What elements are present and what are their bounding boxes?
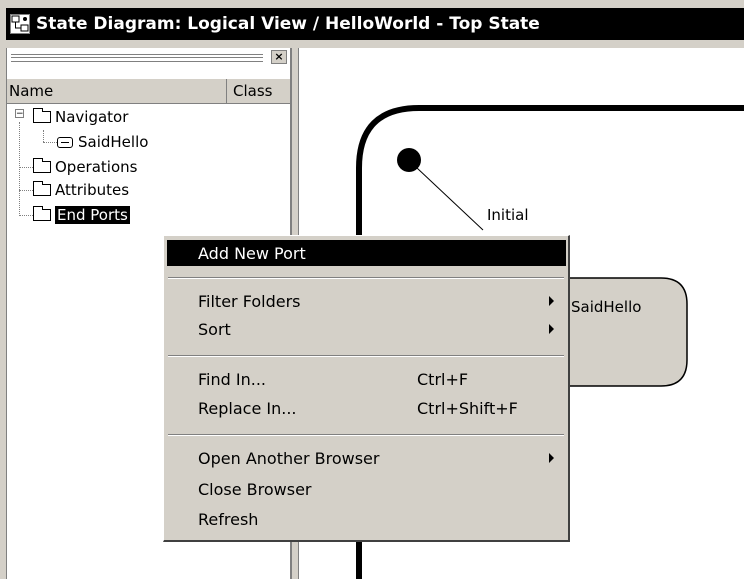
tree-item-end-ports[interactable]: End Ports [33,204,130,226]
close-icon[interactable]: × [271,50,287,64]
tree-item-navigator[interactable]: Navigator [33,106,128,128]
menu-item-label: Find In... [198,369,266,389]
menu-item-refresh[interactable]: Refresh [167,506,566,532]
initial-label[interactable]: Initial [487,206,529,224]
column-header-name[interactable]: Name [9,82,53,100]
saidhello-state [558,277,688,387]
folder-icon [33,158,51,173]
menu-item-add-new-port[interactable]: Add New Port [167,240,566,266]
pane-drag-grip[interactable] [11,54,263,62]
tree-connector [19,190,33,191]
tree-item-label: Attributes [55,181,130,199]
state-label[interactable]: SaidHello [571,298,641,316]
menu-item-label: Add New Port [198,243,306,263]
tree-connector [19,167,33,168]
menu-item-label: Filter Folders [198,291,301,311]
tree-item-label: Navigator [55,108,129,126]
menu-item-label: Sort [198,319,231,339]
tree-connector [19,215,33,216]
submenu-arrow-icon [549,324,554,334]
tree-item-saidhello[interactable]: SaidHello [57,131,148,153]
menu-item-close-browser[interactable]: Close Browser [167,476,566,502]
menu-item-shortcut: Ctrl+Shift+F [417,398,518,418]
folder-icon [33,181,51,196]
menu-item-label: Open Another Browser [198,448,380,468]
initial-transition-label-line [416,167,484,231]
menu-separator [168,434,564,436]
menu-item-open-another-browser[interactable]: Open Another Browser [167,445,566,471]
context-menu: Add New Port Filter Folders Sort Find In… [163,235,570,542]
submenu-arrow-icon [549,296,554,306]
tree-item-label: SaidHello [78,133,149,151]
folder-icon [33,206,51,221]
menu-item-filter-folders[interactable]: Filter Folders [167,288,566,314]
browser-column-headers: Name Class [7,78,290,104]
tree-item-attributes[interactable]: Attributes [33,179,129,201]
window-title: State Diagram: Logical View / HelloWorld… [36,14,540,34]
menu-item-find-in[interactable]: Find In... Ctrl+F [167,366,566,392]
collapse-icon[interactable]: − [15,109,24,119]
title-bar[interactable]: State Diagram: Logical View / HelloWorld… [6,8,744,40]
menu-item-label: Replace In... [198,398,297,418]
message-icon [57,136,73,148]
tree-item-label: Operations [55,158,138,176]
menu-separator [168,277,564,279]
menu-item-label: Close Browser [198,479,312,499]
menu-separator [168,355,564,357]
submenu-arrow-icon [549,453,554,463]
menu-item-sort[interactable]: Sort [167,316,566,342]
state-diagram-icon [10,14,30,34]
open-folder-icon [33,108,51,123]
menu-item-shortcut: Ctrl+F [417,369,469,389]
column-header-class[interactable]: Class [226,79,290,103]
menu-item-label: Refresh [198,509,259,529]
tree-item-operations[interactable]: Operations [33,156,137,178]
tree-item-label: End Ports [55,206,130,224]
tree-connector [43,130,44,142]
state-diagram-window: State Diagram: Logical View / HelloWorld… [0,0,744,579]
tree-connector [43,142,57,143]
tree-connector [19,122,20,216]
menu-item-replace-in[interactable]: Replace In... Ctrl+Shift+F [167,395,566,421]
